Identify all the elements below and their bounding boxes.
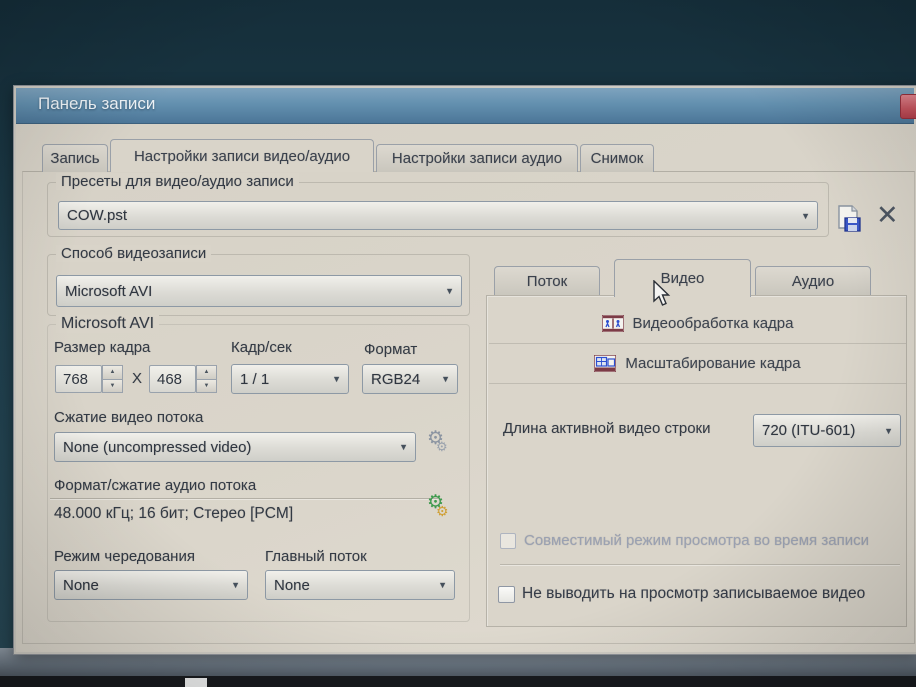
tab-label: Аудио <box>792 273 834 290</box>
frame-scaling-label: Масштабирование кадра <box>625 355 800 372</box>
frame-width-value: 768 <box>63 371 88 388</box>
tab-snapshot[interactable]: Снимок <box>580 144 654 172</box>
frame-width-up-button[interactable]: ▲ <box>102 365 123 380</box>
video-compression-combobox[interactable]: None (uncompressed video) ▼ <box>54 432 416 462</box>
photo-bottom-edge <box>0 676 916 687</box>
frame-processing-button[interactable]: Видеообработка кадра <box>489 304 906 344</box>
dropdown-arrow-icon[interactable]: ▼ <box>445 286 454 296</box>
tab-record[interactable]: Запись <box>42 144 108 172</box>
taskbar-fragment <box>185 678 207 687</box>
interleave-mode-combobox[interactable]: None ▼ <box>54 570 248 600</box>
audio-format-divider <box>50 498 438 499</box>
dropdown-arrow-icon[interactable]: ▼ <box>801 210 810 220</box>
avi-group-label: Microsoft AVI <box>56 315 159 333</box>
tab-video[interactable]: Видео <box>614 259 751 297</box>
frame-height-spinner: ▲ ▼ <box>196 365 217 393</box>
format-combobox[interactable]: RGB24 ▼ <box>362 364 458 394</box>
interleave-mode-value: None <box>63 577 99 594</box>
compat-preview-label: Совместимый режим просмотра во время зап… <box>524 532 869 549</box>
tab-stream[interactable]: Поток <box>494 266 600 296</box>
dropdown-arrow-icon[interactable]: ▼ <box>441 374 450 384</box>
frame-scaling-button[interactable]: Масштабирование кадра <box>489 344 906 384</box>
tab-video-audio-settings[interactable]: Настройки записи видео/аудио <box>110 139 374 172</box>
frame-height-up-button[interactable]: ▲ <box>196 365 217 380</box>
video-compression-value: None (uncompressed video) <box>63 439 251 456</box>
fps-value: 1 / 1 <box>240 371 269 388</box>
frame-height-value: 468 <box>157 371 182 388</box>
preset-value: COW.pst <box>67 207 127 224</box>
audio-codec-config-icon[interactable]: ⚙ ⚙ <box>425 493 455 523</box>
save-preset-icon[interactable] <box>836 205 862 233</box>
frame-height-field[interactable]: 468 <box>149 365 196 393</box>
frame-width-field[interactable]: 768 <box>55 365 102 393</box>
tab-label: Снимок <box>591 150 644 167</box>
frame-processing-label: Видеообработка кадра <box>633 315 794 332</box>
record-method-value: Microsoft AVI <box>65 283 152 300</box>
presets-group-label: Пресеты для видео/аудио записи <box>56 173 299 190</box>
audio-format-value: 48.000 кГц; 16 бит; Стерео [PCM] <box>54 505 293 523</box>
dropdown-arrow-icon[interactable]: ▼ <box>438 580 447 590</box>
interleave-mode-label: Режим чередования <box>54 548 195 565</box>
active-line-length-combobox[interactable]: 720 (ITU-601) ▼ <box>753 414 901 447</box>
delete-preset-icon[interactable]: ✕ <box>876 202 899 229</box>
frame-scaling-icon <box>594 355 616 372</box>
window-title: Панель записи <box>38 94 155 114</box>
format-label: Формат <box>364 341 417 358</box>
master-stream-value: None <box>274 577 310 594</box>
size-separator: X <box>132 370 142 387</box>
record-method-combobox[interactable]: Microsoft AVI ▼ <box>56 275 462 307</box>
record-method-group: Способ видеозаписи Microsoft AVI ▼ <box>47 254 470 316</box>
video-tab-panel: Видеообработка кадра Масштабирование кад… <box>486 295 907 627</box>
no-preview-label: Не выводить на просмотр записываемое вид… <box>522 585 865 603</box>
active-line-length-label: Длина активной видео строки <box>503 420 711 437</box>
dropdown-arrow-icon[interactable]: ▼ <box>884 425 893 435</box>
tab-label: Настройки записи видео/аудио <box>134 148 350 165</box>
tab-label: Поток <box>527 273 567 290</box>
photographed-screen: Панель записи Запись Настройки записи ви… <box>0 0 916 687</box>
frame-height-down-button[interactable]: ▼ <box>196 380 217 394</box>
no-preview-checkbox[interactable] <box>498 586 515 603</box>
compat-preview-checkbox[interactable] <box>500 533 516 549</box>
dropdown-arrow-icon[interactable]: ▼ <box>231 580 240 590</box>
presets-group: Пресеты для видео/аудио записи COW.pst ▼ <box>47 182 829 237</box>
video-compression-label: Сжатие видео потока <box>54 409 203 426</box>
dropdown-arrow-icon[interactable]: ▼ <box>332 374 341 384</box>
dropdown-arrow-icon[interactable]: ▼ <box>399 442 408 452</box>
audio-format-label: Формат/сжатие аудио потока <box>54 477 256 494</box>
record-panel-window: Панель записи Запись Настройки записи ви… <box>14 86 916 654</box>
checkbox-divider <box>500 564 900 565</box>
master-stream-combobox[interactable]: None ▼ <box>265 570 455 600</box>
mouse-cursor <box>652 280 672 308</box>
format-value: RGB24 <box>371 371 420 388</box>
avi-settings-group: Microsoft AVI Размер кадра 768 ▲ ▼ X 468… <box>47 324 470 622</box>
frame-width-down-button[interactable]: ▼ <box>102 380 123 394</box>
master-stream-label: Главный поток <box>265 548 367 565</box>
frame-size-label: Размер кадра <box>54 339 150 356</box>
active-line-length-value: 720 (ITU-601) <box>762 422 855 439</box>
close-button[interactable] <box>900 94 916 119</box>
window-titlebar[interactable]: Панель записи <box>16 88 914 124</box>
frame-processing-icon <box>602 315 624 332</box>
tab-label: Настройки записи аудио <box>392 150 562 167</box>
video-codec-config-icon[interactable]: ⚙ ⚙ <box>425 429 455 459</box>
record-method-label: Способ видеозаписи <box>56 245 211 262</box>
fps-combobox[interactable]: 1 / 1 ▼ <box>231 364 349 394</box>
frame-width-spinner: ▲ ▼ <box>102 365 123 393</box>
fps-label: Кадр/сек <box>231 339 292 356</box>
tab-label: Запись <box>50 150 99 167</box>
tab-audio-settings[interactable]: Настройки записи аудио <box>376 144 578 172</box>
tab-audio[interactable]: Аудио <box>755 266 871 296</box>
preset-combobox[interactable]: COW.pst ▼ <box>58 201 818 230</box>
